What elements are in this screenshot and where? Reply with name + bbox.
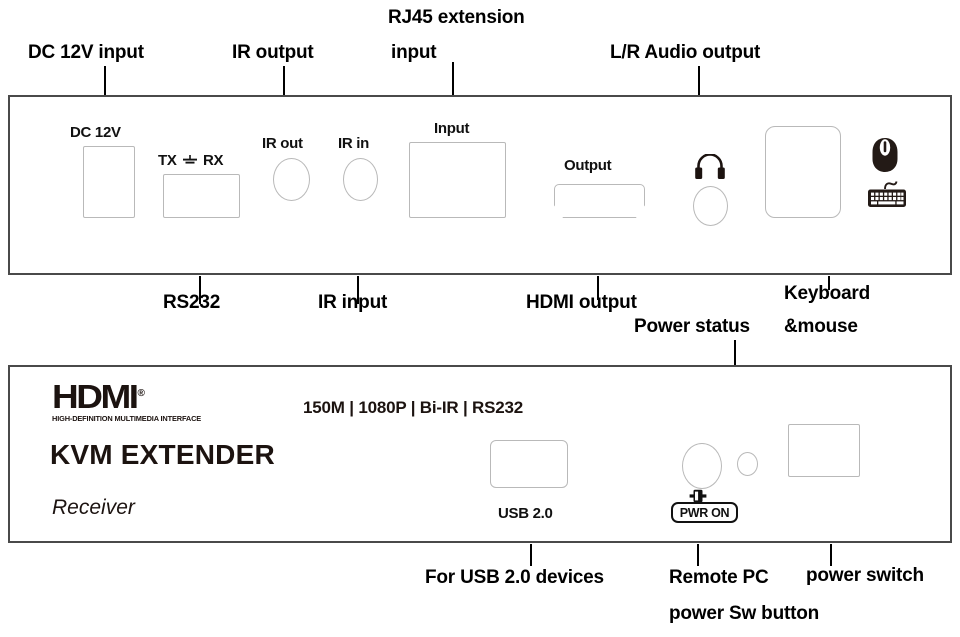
- registered-trademark-icon: ®: [137, 388, 145, 399]
- hdmi-brand-logo: HDMI® HIGH-DEFINITION MULTIMEDIA INTERFA…: [52, 380, 201, 423]
- port-label-hdmi-output: Output: [564, 157, 612, 174]
- hdmi-wordmark: HDMI®: [52, 378, 145, 415]
- port-label-ir-in: IR in: [338, 135, 369, 152]
- callout-rj45-extension-input-line2: input: [391, 42, 437, 63]
- callout-keyboard-mouse-line1: Keyboard: [784, 283, 871, 304]
- callout-hdmi-output: HDMI output: [526, 292, 637, 313]
- port-label-ir-out: IR out: [262, 135, 303, 152]
- model-name: KVM EXTENDER: [50, 439, 275, 470]
- port-label-dc-12v: DC 12V: [70, 124, 121, 141]
- hdmi-subtitle: HIGH-DEFINITION MULTIMEDIA INTERFACE: [52, 414, 202, 423]
- callout-rs232: RS232: [163, 292, 221, 313]
- button-remote-pc-power[interactable]: [682, 443, 722, 489]
- button-pwr-on[interactable]: PWR ON: [671, 502, 738, 523]
- leader-usb-devices: [530, 544, 532, 566]
- switch-main-power[interactable]: [788, 424, 860, 477]
- callout-dc-12v-input: DC 12V input: [28, 42, 144, 63]
- leader-remote-pc-power: [697, 544, 699, 566]
- port-usb-2-0[interactable]: [490, 440, 568, 488]
- port-ir-out-jack[interactable]: [273, 158, 310, 201]
- callout-usb-devices: For USB 2.0 devices: [425, 567, 604, 588]
- leader-ir-output: [283, 66, 285, 96]
- mouse-icon: [872, 138, 898, 172]
- callout-power-switch: power switch: [806, 565, 924, 586]
- callout-ir-output: IR output: [232, 42, 314, 63]
- receiver-rear-panel: DC 12V TX RX IR out IR in Input Output: [8, 95, 952, 275]
- port-label-usb-2-0: USB 2.0: [498, 505, 553, 522]
- port-label-serial-rx: RX: [203, 152, 224, 169]
- callout-remote-pc-power-line2: power Sw button: [669, 603, 820, 624]
- port-label-rj45-input: Input: [434, 120, 470, 137]
- port-dc-12v-jack[interactable]: [83, 146, 135, 218]
- leader-rj45-extension-input: [452, 62, 454, 96]
- ground-symbol-icon: [183, 155, 197, 164]
- led-power-status: [737, 452, 758, 476]
- leader-lr-audio-output: [698, 66, 700, 96]
- power-plug-icon: [689, 489, 707, 503]
- port-usb-keyboard-mouse[interactable]: [765, 126, 841, 218]
- callout-ir-input: IR input: [318, 292, 388, 313]
- port-label-serial-tx: TX: [158, 152, 177, 169]
- callout-power-status: Power status: [634, 316, 750, 337]
- headphone-icon: [695, 154, 725, 179]
- port-hdmi-output[interactable]: [554, 184, 645, 218]
- diagram-canvas: DC 12V input IR output RJ45 extension in…: [0, 0, 960, 637]
- port-ir-in-jack[interactable]: [343, 158, 378, 201]
- leader-power-switch: [830, 544, 832, 566]
- receiver-front-panel: HDMI® HIGH-DEFINITION MULTIMEDIA INTERFA…: [8, 365, 952, 543]
- spec-line: 150M | 1080P | Bi-IR | RS232: [303, 398, 524, 417]
- port-rj45-input[interactable]: [409, 142, 506, 218]
- port-rs232-serial[interactable]: [163, 174, 240, 218]
- port-audio-jack[interactable]: [693, 186, 728, 226]
- callout-rj45-extension-input-line1: RJ45 extension: [388, 7, 525, 28]
- keyboard-icon: [868, 181, 906, 207]
- callout-remote-pc-power-line1: Remote PC: [669, 567, 769, 588]
- callout-lr-audio-output: L/R Audio output: [610, 42, 761, 63]
- role-name: Receiver: [52, 496, 135, 519]
- callout-keyboard-mouse-line2: &mouse: [784, 316, 858, 337]
- leader-dc-12v-input: [104, 66, 106, 96]
